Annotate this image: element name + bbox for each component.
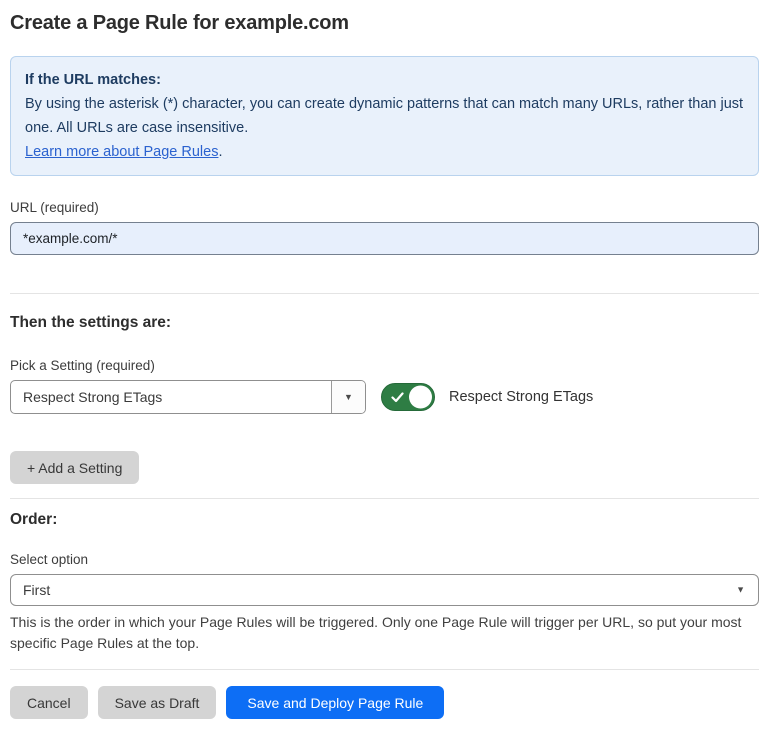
url-label: URL (required) — [10, 200, 759, 215]
setting-toggle-label: Respect Strong ETags — [449, 389, 593, 405]
section-divider — [10, 498, 759, 499]
learn-more-link[interactable]: Learn more about Page Rules — [25, 144, 218, 160]
create-page-rule-form: Create a Page Rule for example.com If th… — [0, 0, 769, 735]
setting-select-value: Respect Strong ETags — [11, 389, 162, 405]
save-deploy-button[interactable]: Save and Deploy Page Rule — [226, 686, 444, 719]
url-input[interactable] — [10, 222, 759, 255]
pick-setting-label: Pick a Setting (required) — [10, 358, 759, 373]
order-heading: Order: — [10, 511, 759, 529]
select-option-label: Select option — [10, 552, 759, 567]
setting-toggle[interactable] — [381, 383, 435, 411]
url-match-info-box: If the URL matches: By using the asteris… — [10, 56, 759, 176]
info-box-heading: If the URL matches: — [25, 68, 744, 92]
setting-select[interactable]: Respect Strong ETags ▼ — [10, 380, 366, 414]
section-divider — [10, 293, 759, 294]
footer-actions: Cancel Save as Draft Save and Deploy Pag… — [10, 686, 759, 719]
order-select[interactable]: First ▼ — [10, 574, 759, 606]
setting-row: Respect Strong ETags ▼ Respect Strong ET… — [10, 380, 759, 414]
order-help-text: This is the order in which your Page Rul… — [10, 612, 759, 653]
cancel-button[interactable]: Cancel — [10, 686, 88, 719]
section-divider — [10, 669, 759, 670]
order-select-value: First — [11, 582, 50, 598]
settings-heading: Then the settings are: — [10, 314, 759, 332]
caret-down-icon: ▼ — [344, 393, 353, 402]
setting-select-arrow-button[interactable]: ▼ — [331, 381, 365, 413]
info-box-body: By using the asterisk (*) character, you… — [25, 92, 744, 140]
add-setting-button[interactable]: + Add a Setting — [10, 451, 139, 484]
toggle-knob — [409, 386, 432, 409]
save-draft-button[interactable]: Save as Draft — [98, 686, 217, 719]
link-suffix: . — [218, 144, 222, 160]
page-title: Create a Page Rule for example.com — [10, 12, 759, 35]
check-icon — [391, 392, 404, 403]
setting-toggle-group: Respect Strong ETags — [381, 383, 593, 411]
info-box-link-line: Learn more about Page Rules. — [25, 140, 744, 164]
caret-down-icon: ▼ — [736, 586, 745, 595]
